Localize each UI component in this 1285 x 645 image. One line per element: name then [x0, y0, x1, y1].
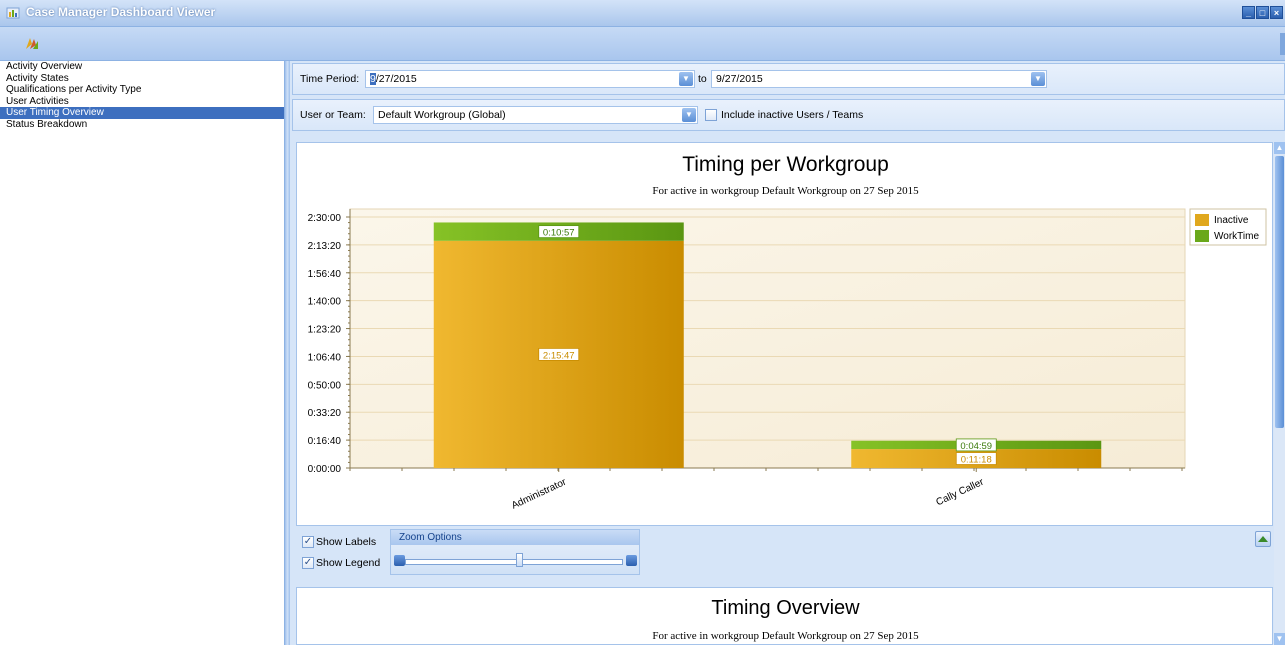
y-tick-label: 0:00:00 [308, 464, 342, 475]
nav-item[interactable]: Activity Overview [0, 61, 284, 73]
legend-label: WorkTime [1214, 231, 1259, 242]
user-team-combo[interactable]: Default Workgroup (Global) ▼ [373, 106, 698, 124]
toolbar-overflow[interactable] [1280, 33, 1285, 55]
vertical-scrollbar[interactable]: ▲ ▼ [1274, 142, 1285, 645]
scroll-up-icon[interactable]: ▲ [1274, 142, 1285, 154]
legend-swatch [1195, 214, 1209, 226]
timing-overview-chart: Timing Overview For active in workgroup … [296, 587, 1273, 645]
include-inactive-label: Include inactive Users / Teams [721, 109, 864, 121]
window-titlebar: Case Manager Dashboard Viewer _ □ × [0, 0, 1285, 27]
user-team-value: Default Workgroup (Global) [378, 109, 506, 121]
toolbar [0, 27, 1285, 61]
data-label: 2:15:47 [543, 350, 575, 361]
zoom-options-group: Zoom Options [390, 529, 640, 575]
close-button[interactable]: × [1270, 6, 1283, 19]
data-label: 0:10:57 [543, 228, 575, 239]
bar-chart: 0:00:00 0:16:40 0:33:20 0:50:00 1:06:40 1:23:… [308, 208, 1267, 512]
timing-per-workgroup-chart: Timing per Workgroup For active in workg… [296, 142, 1273, 526]
from-date-value: /27/2015 [375, 73, 417, 85]
data-label: 0:11:18 [961, 455, 992, 466]
nav-item[interactable]: User Timing Overview [0, 107, 284, 119]
scroll-down-icon[interactable]: ▼ [1274, 633, 1285, 645]
show-legend-checkbox[interactable]: ✓ [302, 557, 314, 569]
show-labels-label: Show Labels [316, 536, 377, 548]
show-legend-label: Show Legend [316, 557, 381, 569]
timing-overview-title: Timing Overview [711, 597, 860, 619]
y-tick-label: 0:16:40 [308, 436, 342, 447]
time-period-label: Time Period: [300, 73, 360, 85]
chevron-down-icon[interactable]: ▼ [1031, 72, 1045, 86]
time-period-row: Time Period: 9/27/2015 ▼ to 9/27/2015 ▼ [292, 63, 1285, 95]
maximize-button[interactable]: □ [1256, 6, 1269, 19]
zoom-in-icon[interactable] [626, 555, 637, 566]
scrollbar-thumb[interactable] [1275, 156, 1284, 428]
user-team-row: User or Team: Default Workgroup (Global)… [292, 99, 1285, 131]
report-list: Activity Overview Activity States Qualific… [0, 61, 285, 645]
timing-overview-subtitle: For active in workgroup Default Workgrou… [652, 630, 919, 642]
window-title: Case Manager Dashboard Viewer [26, 5, 216, 19]
chevron-down-icon[interactable]: ▼ [679, 72, 693, 86]
y-tick-label: 1:56:40 [308, 269, 342, 280]
show-labels-checkbox[interactable]: ✓ [302, 536, 314, 548]
chevron-down-icon[interactable]: ▼ [682, 108, 696, 122]
zoom-slider-thumb[interactable] [516, 553, 524, 567]
zoom-out-icon[interactable] [394, 555, 405, 566]
to-label: to [698, 73, 707, 85]
data-label: 0:04:59 [960, 441, 992, 452]
user-team-label: User or Team: [300, 109, 366, 121]
y-tick-label: 0:50:00 [308, 380, 342, 391]
x-tick-label: Cally Caller [935, 476, 987, 508]
nav-item[interactable]: Status Breakdown [0, 119, 284, 131]
nav-item[interactable]: User Activities [0, 96, 284, 108]
legend-swatch [1195, 230, 1209, 242]
y-tick-label: 2:30:00 [308, 213, 342, 224]
dashboard-icon[interactable] [24, 35, 40, 51]
zoom-slider[interactable] [405, 559, 623, 565]
to-date-value: 9/27/2015 [716, 73, 763, 85]
chart-controls: ✓ Show Labels ✓ Show Legend Zoom Options [290, 526, 1274, 582]
zoom-options-label: Zoom Options [399, 532, 462, 543]
y-tick-label: 2:13:20 [308, 241, 342, 252]
nav-item[interactable]: Qualifications per Activity Type [0, 84, 284, 96]
minimize-button[interactable]: _ [1242, 6, 1255, 19]
y-tick-label: 0:33:20 [308, 408, 342, 419]
legend-label: Inactive [1214, 215, 1249, 226]
nav-item[interactable]: Activity States [0, 73, 284, 85]
include-inactive-checkbox[interactable] [705, 109, 717, 121]
y-tick-label: 1:40:00 [308, 297, 342, 308]
y-tick-label: 1:23:20 [308, 325, 342, 336]
app-icon [6, 7, 20, 19]
from-date-combo[interactable]: 9/27/2015 ▼ [365, 70, 695, 88]
y-tick-label: 1:06:40 [308, 352, 342, 363]
x-tick-label: Administrator [510, 476, 569, 511]
to-date-combo[interactable]: 9/27/2015 ▼ [711, 70, 1047, 88]
export-icon[interactable] [1255, 531, 1271, 547]
